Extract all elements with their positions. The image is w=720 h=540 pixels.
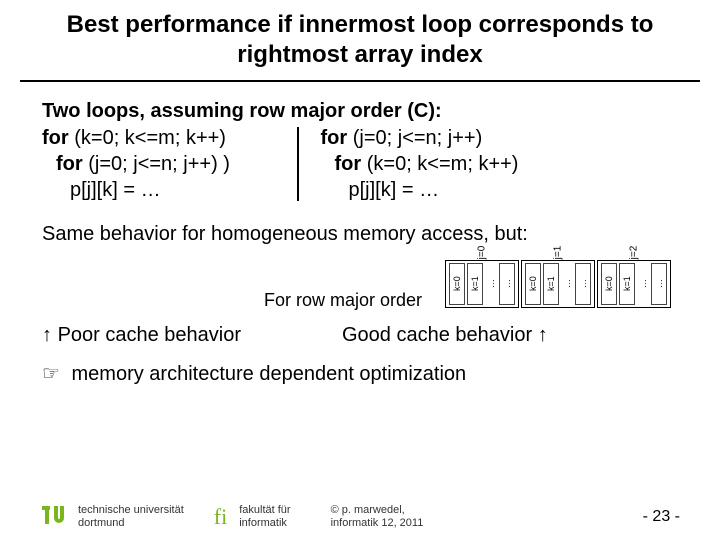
k-cell: k=0 bbox=[525, 263, 541, 305]
diagram-row: For row major order k=0 k=1 … … k=0 k=1 … bbox=[42, 260, 678, 308]
page-number: - 23 - bbox=[643, 508, 680, 526]
uni-line-2: dortmund bbox=[78, 517, 124, 529]
title-line-1: Best performance if innermost loop corre… bbox=[67, 11, 654, 38]
arrow-up-icon: ↑ bbox=[42, 324, 52, 346]
k-cell: k=1 bbox=[467, 263, 483, 305]
title-divider bbox=[20, 80, 700, 82]
k-cell: k=0 bbox=[449, 263, 465, 305]
same-behavior-text: Same behavior for homogeneous memory acc… bbox=[42, 223, 678, 246]
k-cell: … bbox=[651, 263, 667, 305]
fac-line-1: fakultät für bbox=[239, 504, 290, 516]
code-left: for (k=0; k<=m; k++) for (j=0; j<=n; j++… bbox=[42, 125, 297, 203]
k-cell-dots: … bbox=[561, 263, 573, 305]
memory-diagram: k=0 k=1 … … k=0 k=1 … … k=0 k=1 … … bbox=[444, 260, 672, 308]
fac-line-2: informatik bbox=[239, 517, 287, 529]
for-kw: for bbox=[56, 153, 83, 175]
arrow-up-icon: ↑ bbox=[538, 324, 548, 346]
behavior-row: ↑ Poor cache behavior Good cache behavio… bbox=[42, 324, 678, 347]
k-cell: … bbox=[575, 263, 591, 305]
code-right: for (j=0; j<=n; j++) for (k=0; k<=m; k++… bbox=[299, 125, 679, 203]
k-cell-dots: … bbox=[637, 263, 649, 305]
code-columns: for (k=0; k<=m; k++) for (j=0; j<=n; j++… bbox=[42, 125, 678, 203]
code-text: (j=0; j<=n; j++) bbox=[347, 127, 482, 149]
slide: Best performance if innermost loop corre… bbox=[0, 0, 720, 540]
copyright: © p. marwedel, informatik 12, 2011 bbox=[331, 504, 643, 530]
poor-text: Poor cache behavior bbox=[58, 324, 241, 346]
code-text: p[j][k] = … bbox=[321, 177, 679, 203]
k-cell: k=1 bbox=[619, 263, 635, 305]
code-text: (j=0; j<=n; j++) ) bbox=[83, 153, 230, 175]
j-group: k=0 k=1 … … bbox=[597, 260, 671, 308]
good-cache: Good cache behavior ↑ bbox=[342, 324, 678, 347]
intro-text: Two loops, assuming row major order (C): bbox=[42, 100, 678, 123]
k-cell: k=1 bbox=[543, 263, 559, 305]
memo-line: ☞ memory architecture dependent optimiza… bbox=[42, 361, 678, 386]
code-text: (k=0; k<=m; k++) bbox=[361, 153, 518, 175]
tu-logo-icon bbox=[40, 502, 70, 532]
j-group: k=0 k=1 … … bbox=[521, 260, 595, 308]
fi-logo-icon: fi bbox=[214, 504, 231, 530]
good-text: Good cache behavior bbox=[342, 324, 532, 346]
copy-line-1: © p. marwedel, bbox=[331, 504, 405, 516]
university-name: technische universität dortmund bbox=[78, 504, 184, 530]
j-group: k=0 k=1 … … bbox=[445, 260, 519, 308]
title-line-2: rightmost array index bbox=[237, 41, 482, 68]
k-cell-dots: … bbox=[485, 263, 497, 305]
footer: technische universität dortmund fi fakul… bbox=[20, 496, 700, 540]
pointing-hand-icon: ☞ bbox=[42, 363, 60, 385]
memo-text: memory architecture dependent optimizati… bbox=[72, 363, 467, 385]
page-title: Best performance if innermost loop corre… bbox=[20, 10, 700, 78]
for-kw: for bbox=[335, 153, 362, 175]
for-kw: for bbox=[321, 127, 348, 149]
uni-line-1: technische universität bbox=[78, 504, 184, 516]
copy-line-2: informatik 12, 2011 bbox=[331, 517, 424, 529]
code-text: p[j][k] = … bbox=[42, 177, 297, 203]
poor-cache: ↑ Poor cache behavior bbox=[42, 324, 342, 347]
fi-text: fi bbox=[214, 504, 227, 530]
content-area: Two loops, assuming row major order (C):… bbox=[20, 100, 700, 496]
code-text: (k=0; k<=m; k++) bbox=[69, 127, 226, 149]
faculty-name: fakultät für informatik bbox=[239, 504, 290, 530]
k-cell: k=0 bbox=[601, 263, 617, 305]
k-cell: … bbox=[499, 263, 515, 305]
diagram-caption: For row major order bbox=[264, 290, 422, 311]
for-kw: for bbox=[42, 127, 69, 149]
